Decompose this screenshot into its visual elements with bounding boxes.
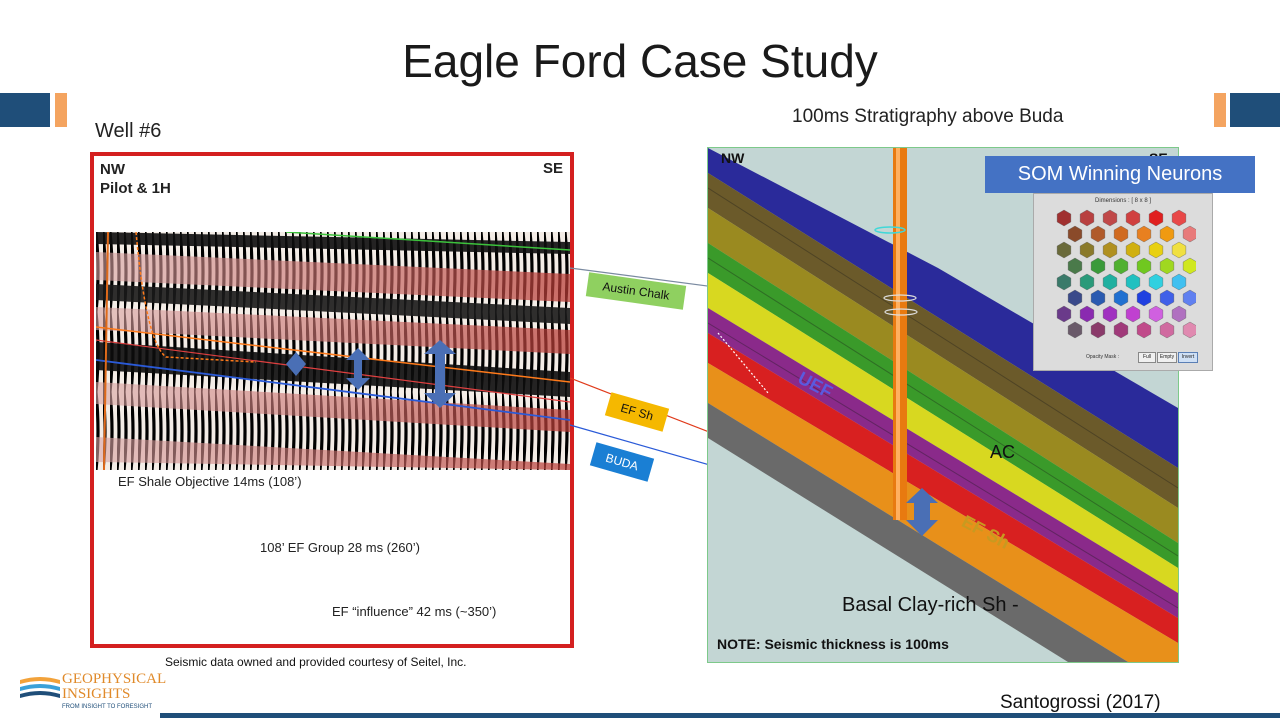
som-neuron-cell — [1171, 305, 1187, 323]
seismic-credit: Seismic data owned and provided courtesy… — [165, 655, 467, 669]
som-neuron-cell — [1090, 289, 1106, 307]
som-title: SOM Winning Neurons — [985, 156, 1255, 193]
som-neuron-cell — [1113, 257, 1129, 275]
pilot-label: Pilot & 1H — [100, 180, 171, 197]
som-neuron-cell — [1148, 209, 1164, 227]
ef-sh-tag: EF Sh — [604, 392, 670, 432]
left-accent-tab — [55, 93, 67, 127]
thickness-arrows — [286, 340, 456, 408]
som-neuron-cell — [1148, 241, 1164, 259]
som-neuron-cell — [1113, 225, 1129, 243]
som-neuron-cell — [1159, 225, 1175, 243]
som-neuron-cell — [1090, 321, 1106, 339]
som-neuron-cell — [1079, 209, 1095, 227]
thickness-note: NOTE: Seismic thickness is 100ms — [717, 636, 949, 652]
som-neuron-cell — [1056, 273, 1072, 291]
right-accent-tab — [1214, 93, 1226, 127]
right-nw-label: NW — [721, 150, 745, 166]
slide-title: Eagle Ford Case Study — [402, 35, 878, 87]
logo-line2: INSIGHTS — [62, 686, 131, 702]
som-neuron-cell — [1090, 225, 1106, 243]
logo-line1: GEOPHYSICAL — [62, 671, 167, 687]
som-neuron-cell — [1056, 209, 1072, 227]
logo-mark — [20, 677, 60, 698]
austin-chalk-tag: Austin Chalk — [585, 272, 687, 310]
logo-tagline: FROM INSIGHT TO FORESIGHT — [62, 704, 153, 710]
som-neuron-cell — [1136, 289, 1152, 307]
som-neuron-cell — [1159, 321, 1175, 339]
som-neuron-cell — [1159, 289, 1175, 307]
annotation-ef-group: 108’ EF Group 28 ms (260’) — [260, 540, 420, 555]
som-neuron-cell — [1136, 225, 1152, 243]
som-neuron-cell — [1125, 305, 1141, 323]
som-neuron-cell — [1182, 289, 1196, 307]
som-neuron-cell — [1102, 241, 1118, 259]
som-neuron-cell — [1148, 305, 1164, 323]
basal-clay-label: Basal Clay-rich Sh - — [842, 594, 1019, 616]
som-neuron-cell — [1090, 257, 1106, 275]
annotation-ef-influence: EF “influence” 42 ms (~350’) — [332, 604, 497, 619]
footer-rule — [160, 713, 1280, 718]
som-neuron-cell — [1067, 257, 1083, 275]
som-neuron-cell — [1067, 321, 1083, 339]
som-empty-button[interactable]: Empty — [1157, 352, 1177, 363]
som-neuron-cell — [1136, 257, 1152, 275]
right-accent-bar — [1230, 93, 1280, 127]
som-neuron-cell — [1079, 273, 1095, 291]
nw-text: NW — [100, 161, 125, 178]
som-neuron-cell — [1125, 241, 1141, 259]
som-hex-grid — [1056, 209, 1196, 339]
som-neuron-cell — [1056, 241, 1072, 259]
som-neuron-cell — [1079, 241, 1095, 259]
stratigraphy-label: 100ms Stratigraphy above Buda — [792, 106, 1064, 127]
som-neuron-panel: Dimensions : [ 8 x 8 ] Opacity Mask : Fu… — [1033, 193, 1213, 371]
well-label: Well #6 — [95, 120, 162, 142]
som-neuron-cell — [1102, 209, 1118, 227]
som-neuron-cell — [1171, 241, 1187, 259]
som-neuron-cell — [1056, 305, 1072, 323]
som-invert-button[interactable]: Invert — [1178, 352, 1198, 363]
left-nw-label: NW Pilot & 1H — [100, 160, 171, 198]
som-neuron-cell — [1182, 257, 1196, 275]
left-se-label: SE — [543, 160, 564, 177]
ac-label: AC — [990, 442, 1016, 462]
som-full-button[interactable]: Full — [1138, 352, 1156, 363]
som-neuron-cell — [1102, 273, 1118, 291]
som-neuron-cell — [1125, 273, 1141, 291]
annotation-ef-shale: EF Shale Objective 14ms (108’) — [118, 474, 302, 489]
som-neuron-cell — [1171, 209, 1187, 227]
som-neuron-cell — [1067, 289, 1083, 307]
som-neuron-cell — [1182, 225, 1196, 243]
opacity-mask-label: Opacity Mask : — [1086, 354, 1120, 360]
som-neuron-cell — [1159, 257, 1175, 275]
som-neuron-cell — [1125, 209, 1141, 227]
som-neuron-cell — [1102, 305, 1118, 323]
som-neuron-cell — [1148, 273, 1164, 291]
som-dimensions: Dimensions : [ 8 x 8 ] — [1094, 198, 1152, 204]
som-neuron-cell — [1113, 321, 1129, 339]
som-neuron-cell — [1067, 225, 1083, 243]
citation: Santogrossi (2017) — [1000, 692, 1161, 713]
som-neuron-cell — [1182, 321, 1196, 339]
som-neuron-cell — [1113, 289, 1129, 307]
logo-wordmark: GEOPHYSICAL INSIGHTS — [62, 672, 166, 702]
som-neuron-cell — [1171, 273, 1187, 291]
som-neuron-cell — [1079, 305, 1095, 323]
som-neuron-cell — [1136, 321, 1152, 339]
buda-tag: BUDA — [589, 442, 655, 482]
left-accent-bar — [0, 93, 50, 127]
